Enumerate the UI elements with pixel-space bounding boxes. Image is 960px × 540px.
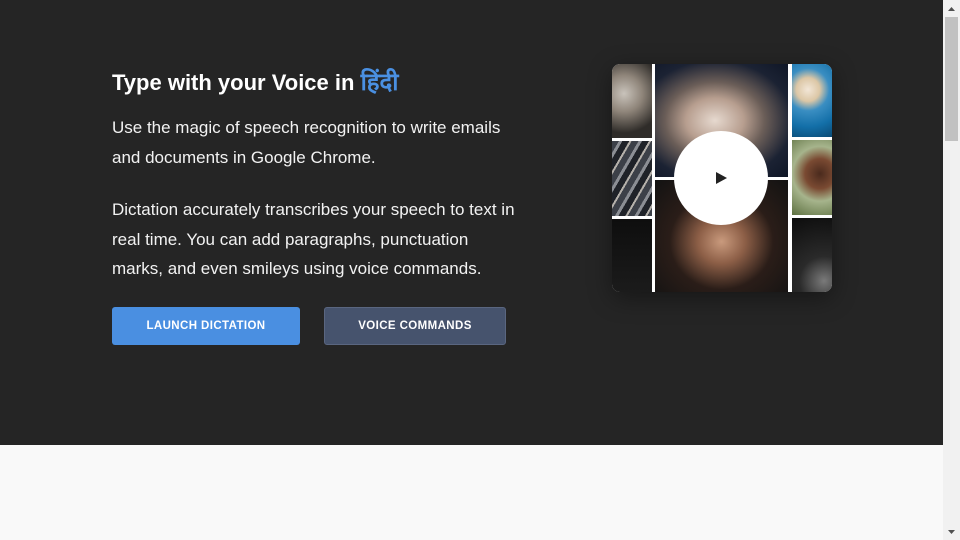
vertical-scrollbar[interactable] (943, 0, 960, 540)
scrollbar-thumb[interactable] (945, 17, 958, 141)
photo-tile (792, 218, 832, 292)
headline-prefix: Type with your Voice in (112, 70, 355, 95)
page-title: Type with your Voice in हिंदी (112, 64, 399, 101)
intro-paragraph: Use the magic of speech recognition to w… (112, 118, 501, 167)
photo-tile (792, 64, 832, 137)
chevron-down-icon (948, 529, 955, 534)
launch-dictation-button[interactable]: LAUNCH DICTATION (112, 307, 300, 345)
photo-tile (612, 64, 652, 138)
video-thumbnail[interactable] (612, 64, 832, 292)
photo-tile (612, 141, 652, 216)
photo-tile (612, 219, 652, 292)
scroll-up-button[interactable] (943, 0, 960, 17)
photo-tile (792, 140, 832, 215)
content-section (0, 445, 943, 540)
description-paragraph: Dictation accurately transcribes your sp… (112, 200, 515, 278)
headline-language: हिंदी (360, 68, 399, 96)
chevron-up-icon (948, 6, 955, 11)
hero-section: Type with your Voice in हिंदी Use the ma… (0, 0, 943, 445)
play-button[interactable] (674, 131, 768, 225)
scroll-down-button[interactable] (943, 523, 960, 540)
voice-commands-button[interactable]: VOICE COMMANDS (324, 307, 506, 345)
play-icon (716, 172, 727, 184)
